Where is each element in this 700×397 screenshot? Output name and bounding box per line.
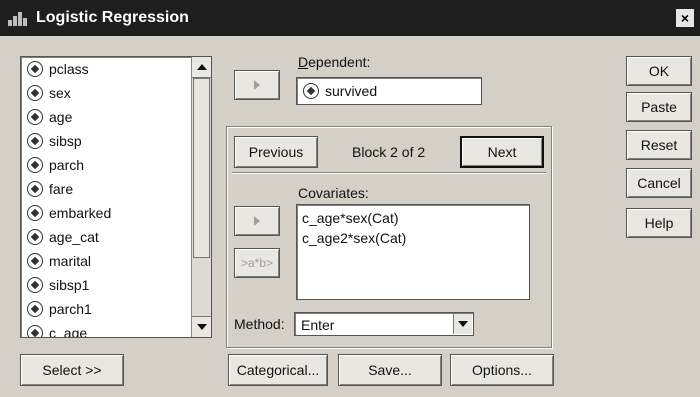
variable-name: parch1 (49, 301, 92, 317)
title-bar[interactable]: Logistic Regression × (0, 0, 700, 36)
scale-variable-icon (27, 61, 43, 77)
categorical-label: Categorical... (236, 362, 320, 378)
variable-name: c_age (49, 325, 88, 338)
covariates-list[interactable]: c_age*sex(Cat) c_age2*sex(Cat) (296, 204, 530, 300)
variable-items: pclass sex age sibsp parch fare embarked age_ca… (21, 57, 211, 338)
save-label: Save... (368, 362, 412, 378)
scale-variable-icon (27, 181, 43, 197)
paste-label: Paste (641, 99, 677, 115)
logistic-regression-dialog: Logistic Regression × pclass sex age sibsp p… (0, 0, 700, 397)
next-label: Next (487, 144, 517, 160)
paste-button[interactable]: Paste (626, 92, 692, 122)
select-label: Select >> (42, 362, 102, 378)
select-button[interactable]: Select >> (20, 354, 124, 386)
list-item[interactable]: sex (21, 81, 211, 105)
method-value: Enter (301, 317, 335, 333)
scale-variable-icon (27, 253, 43, 269)
list-item[interactable]: sibsp1 (21, 273, 211, 297)
save-button[interactable]: Save... (338, 354, 442, 386)
next-button[interactable]: Next (460, 136, 544, 168)
list-item[interactable]: parch (21, 153, 211, 177)
scale-variable-icon (27, 301, 43, 317)
list-item[interactable]: age_cat (21, 225, 211, 249)
variable-name: age_cat (49, 229, 99, 245)
app-icon (8, 10, 30, 26)
help-button[interactable]: Help (626, 208, 692, 238)
list-item[interactable]: fare (21, 177, 211, 201)
variable-name: marital (49, 253, 92, 269)
previous-button[interactable]: Previous (234, 136, 318, 168)
chevron-down-icon[interactable] (453, 314, 472, 334)
block-divider (232, 172, 546, 173)
list-item[interactable]: pclass (21, 57, 211, 81)
list-item[interactable]: sibsp (21, 129, 211, 153)
reset-button[interactable]: Reset (626, 130, 692, 160)
options-label: Options... (472, 362, 532, 378)
move-to-dependent-button[interactable] (234, 70, 280, 100)
scroll-down-icon[interactable] (192, 316, 211, 337)
dependent-field[interactable]: survived (296, 77, 482, 105)
cancel-button[interactable]: Cancel (626, 168, 692, 198)
scale-variable-icon (27, 277, 43, 293)
dependent-value: survived (325, 83, 378, 99)
scale-variable-icon (27, 157, 43, 173)
options-button[interactable]: Options... (450, 354, 554, 386)
variable-name: sibsp1 (49, 277, 90, 293)
variable-name: sex (49, 85, 71, 101)
list-item[interactable]: c_age (21, 321, 211, 338)
list-item[interactable]: embarked (21, 201, 211, 225)
scale-variable-icon (27, 85, 43, 101)
ok-button[interactable]: OK (626, 56, 692, 86)
interaction-label: >a*b> (240, 256, 274, 270)
list-item[interactable]: age (21, 105, 211, 129)
categorical-button[interactable]: Categorical... (228, 354, 328, 386)
variable-list[interactable]: pclass sex age sibsp parch fare embarked age_ca… (20, 56, 212, 338)
variable-name: pclass (49, 61, 89, 77)
move-right-arrow-icon (254, 80, 260, 90)
window-title: Logistic Regression (36, 9, 189, 26)
reset-label: Reset (640, 137, 678, 153)
variable-name: embarked (49, 205, 112, 221)
cancel-label: Cancel (637, 175, 681, 191)
previous-label: Previous (248, 144, 304, 160)
covariate-item[interactable]: c_age*sex(Cat) (302, 208, 524, 228)
scroll-up-icon[interactable] (192, 57, 211, 78)
move-to-covariates-button[interactable] (234, 206, 280, 236)
ok-label: OK (648, 63, 670, 79)
variable-name: sibsp (49, 133, 82, 149)
scale-variable-icon (27, 325, 43, 337)
scroll-thumb[interactable] (193, 78, 210, 258)
interaction-button[interactable]: >a*b> (234, 248, 280, 278)
variable-name: fare (49, 181, 74, 197)
method-select[interactable]: Enter (294, 312, 474, 336)
list-item[interactable]: marital (21, 249, 211, 273)
method-label: Method: (234, 316, 285, 332)
move-right-arrow-icon (254, 216, 260, 226)
variable-list-scrollbar[interactable] (191, 57, 211, 337)
scale-variable-icon (27, 133, 43, 149)
dependent-label: Dependent: (298, 54, 371, 70)
variable-name: parch (49, 157, 85, 173)
list-item[interactable]: parch1 (21, 297, 211, 321)
close-icon[interactable]: × (676, 9, 694, 27)
scale-variable-icon (27, 205, 43, 221)
scale-variable-icon (27, 109, 43, 125)
scale-variable-icon (27, 229, 43, 245)
help-label: Help (644, 215, 674, 231)
covariates-items: c_age*sex(Cat) c_age2*sex(Cat) (297, 205, 529, 251)
covariate-item[interactable]: c_age2*sex(Cat) (302, 228, 524, 248)
block-status: Block 2 of 2 (352, 144, 426, 160)
covariates-label: Covariates: (298, 185, 369, 201)
variable-name: age (49, 109, 73, 125)
scale-variable-icon (303, 83, 319, 99)
